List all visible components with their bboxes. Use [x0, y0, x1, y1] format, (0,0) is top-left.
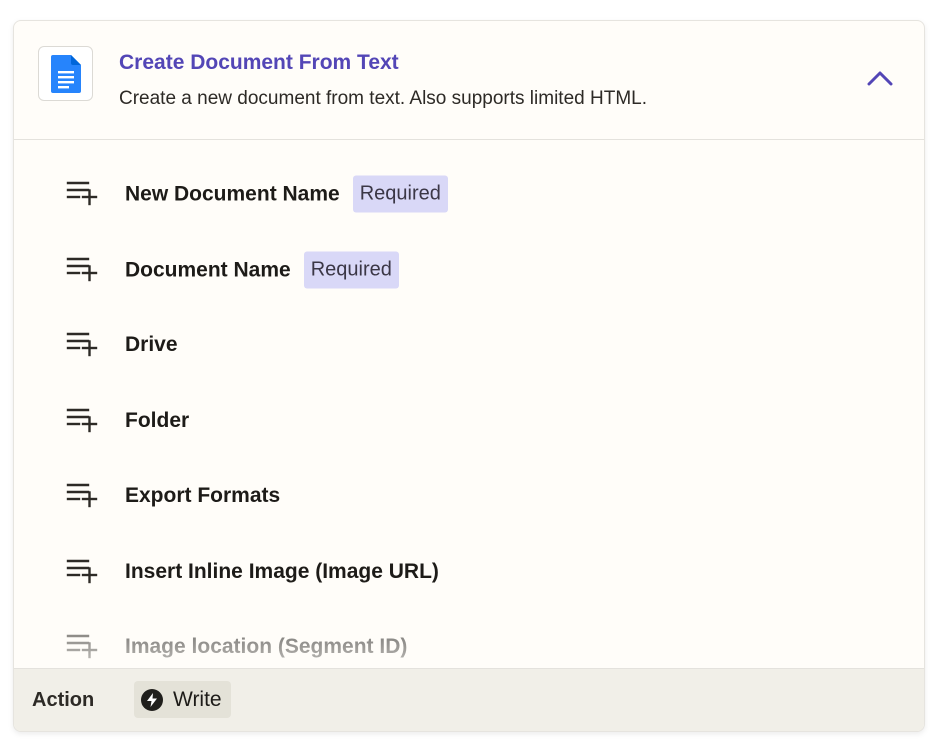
playlist-add-icon	[66, 634, 98, 659]
bolt-icon	[141, 688, 163, 711]
field-label: Export Formats	[125, 484, 281, 507]
field-row-image-location[interactable]: Image location (Segment ID)	[14, 621, 924, 668]
field-label: Folder	[125, 409, 190, 432]
write-chip[interactable]: Write	[134, 681, 231, 718]
field-row-new-document-name[interactable]: New Document Name Required	[14, 168, 924, 220]
field-row-insert-inline-image[interactable]: Insert Inline Image (Image URL)	[14, 546, 924, 598]
action-description: Create a new document from text. Also su…	[119, 88, 647, 109]
playlist-add-icon	[66, 483, 98, 508]
playlist-add-icon	[66, 332, 98, 357]
chevron-up-icon[interactable]	[864, 64, 896, 92]
required-badge: Required	[303, 251, 399, 289]
action-card: Create Document From Text Create a new d…	[13, 20, 925, 732]
footer-label: Action	[32, 689, 95, 711]
field-label: Image location (Segment ID)	[125, 635, 408, 658]
action-title: Create Document From Text	[119, 51, 399, 74]
playlist-add-icon	[66, 408, 98, 433]
playlist-add-icon	[66, 257, 98, 282]
field-row-folder[interactable]: Folder	[14, 395, 924, 447]
google-docs-icon	[38, 46, 93, 101]
field-row-export-formats[interactable]: Export Formats	[14, 470, 924, 522]
required-badge: Required	[352, 175, 448, 213]
field-row-drive[interactable]: Drive	[14, 319, 924, 371]
field-label: Document Name	[125, 258, 291, 281]
card-footer: Action Write	[14, 668, 924, 731]
card-header[interactable]: Create Document From Text Create a new d…	[14, 21, 924, 140]
playlist-add-icon	[66, 181, 98, 206]
write-label: Write	[173, 687, 222, 711]
field-label: New Document Name	[125, 182, 340, 205]
field-label: Drive	[125, 333, 178, 356]
field-list: New Document Name Required Document Name…	[14, 140, 924, 668]
field-label: Insert Inline Image (Image URL)	[125, 560, 439, 583]
field-row-document-name[interactable]: Document Name Required	[14, 244, 924, 296]
playlist-add-icon	[66, 559, 98, 584]
